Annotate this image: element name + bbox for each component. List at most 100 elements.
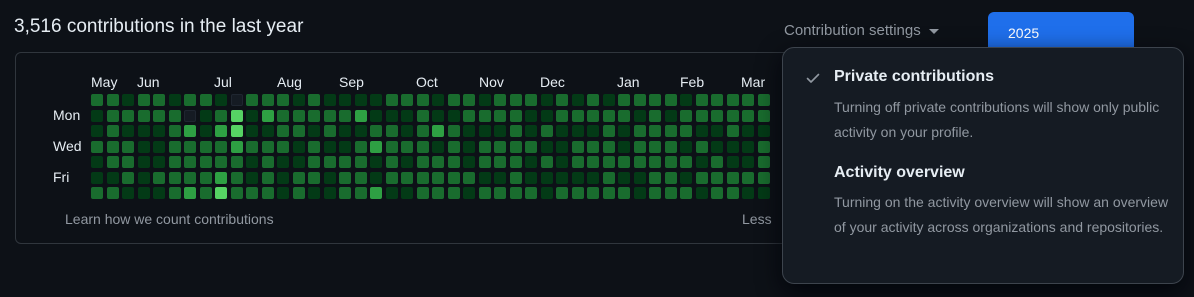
contribution-day-cell[interactable] <box>680 141 692 153</box>
contribution-day-cell[interactable] <box>665 110 677 122</box>
contribution-day-cell[interactable] <box>107 187 119 199</box>
contribution-settings-button[interactable]: Contribution settings <box>784 22 939 39</box>
contribution-day-cell[interactable] <box>200 94 212 106</box>
contribution-day-cell[interactable] <box>494 156 506 168</box>
contribution-day-cell[interactable] <box>401 94 413 106</box>
contribution-day-cell[interactable] <box>603 172 615 184</box>
contribution-day-cell[interactable] <box>494 172 506 184</box>
contribution-day-cell[interactable] <box>696 187 708 199</box>
contribution-day-cell[interactable] <box>231 125 243 137</box>
contribution-day-cell[interactable] <box>355 156 367 168</box>
contribution-day-cell[interactable] <box>246 187 258 199</box>
contribution-day-cell[interactable] <box>463 125 475 137</box>
contribution-day-cell[interactable] <box>649 94 661 106</box>
contribution-day-cell[interactable] <box>649 172 661 184</box>
contribution-day-cell[interactable] <box>184 125 196 137</box>
contribution-day-cell[interactable] <box>634 172 646 184</box>
contribution-day-cell[interactable] <box>370 110 382 122</box>
contribution-day-cell[interactable] <box>262 156 274 168</box>
contribution-day-cell[interactable] <box>401 125 413 137</box>
contribution-day-cell[interactable] <box>556 110 568 122</box>
contribution-day-cell[interactable] <box>711 141 723 153</box>
contribution-day-cell[interactable] <box>649 156 661 168</box>
contribution-day-cell[interactable] <box>200 187 212 199</box>
contribution-day-cell[interactable] <box>587 125 599 137</box>
contribution-day-cell[interactable] <box>386 156 398 168</box>
contribution-day-cell[interactable] <box>463 141 475 153</box>
contribution-day-cell[interactable] <box>370 94 382 106</box>
contribution-day-cell[interactable] <box>727 172 739 184</box>
contribution-day-cell[interactable] <box>525 110 537 122</box>
contribution-day-cell[interactable] <box>587 187 599 199</box>
contribution-day-cell[interactable] <box>727 94 739 106</box>
contribution-day-cell[interactable] <box>432 187 444 199</box>
contribution-day-cell[interactable] <box>122 187 134 199</box>
contribution-day-cell[interactable] <box>665 172 677 184</box>
contribution-day-cell[interactable] <box>618 141 630 153</box>
contribution-day-cell[interactable] <box>727 156 739 168</box>
contribution-day-cell[interactable] <box>324 110 336 122</box>
contribution-day-cell[interactable] <box>339 156 351 168</box>
contribution-day-cell[interactable] <box>231 94 243 106</box>
contribution-day-cell[interactable] <box>510 125 522 137</box>
contribution-day-cell[interactable] <box>246 94 258 106</box>
contribution-day-cell[interactable] <box>572 125 584 137</box>
contribution-day-cell[interactable] <box>572 156 584 168</box>
contribution-day-cell[interactable] <box>339 187 351 199</box>
contribution-day-cell[interactable] <box>339 94 351 106</box>
contribution-day-cell[interactable] <box>525 141 537 153</box>
contribution-day-cell[interactable] <box>200 172 212 184</box>
contribution-day-cell[interactable] <box>432 156 444 168</box>
contribution-day-cell[interactable] <box>711 172 723 184</box>
contribution-day-cell[interactable] <box>417 187 429 199</box>
contribution-day-cell[interactable] <box>200 156 212 168</box>
contribution-day-cell[interactable] <box>262 172 274 184</box>
contribution-day-cell[interactable] <box>401 172 413 184</box>
contribution-day-cell[interactable] <box>184 141 196 153</box>
contribution-day-cell[interactable] <box>91 141 103 153</box>
contribution-day-cell[interactable] <box>308 94 320 106</box>
contribution-day-cell[interactable] <box>169 141 181 153</box>
contribution-day-cell[interactable] <box>417 94 429 106</box>
contribution-day-cell[interactable] <box>277 125 289 137</box>
contribution-day-cell[interactable] <box>324 94 336 106</box>
contribution-day-cell[interactable] <box>138 94 150 106</box>
contribution-day-cell[interactable] <box>463 110 475 122</box>
contribution-day-cell[interactable] <box>169 110 181 122</box>
contribution-day-cell[interactable] <box>153 156 165 168</box>
contribution-day-cell[interactable] <box>231 172 243 184</box>
contribution-day-cell[interactable] <box>432 110 444 122</box>
contribution-day-cell[interactable] <box>680 94 692 106</box>
contribution-day-cell[interactable] <box>355 94 367 106</box>
contribution-day-cell[interactable] <box>401 187 413 199</box>
contribution-day-cell[interactable] <box>370 156 382 168</box>
contribution-day-cell[interactable] <box>479 156 491 168</box>
contribution-day-cell[interactable] <box>448 94 460 106</box>
contribution-day-cell[interactable] <box>711 110 723 122</box>
contribution-day-cell[interactable] <box>541 172 553 184</box>
contribution-day-cell[interactable] <box>370 172 382 184</box>
contribution-day-cell[interactable] <box>448 125 460 137</box>
contribution-day-cell[interactable] <box>138 125 150 137</box>
contribution-day-cell[interactable] <box>246 141 258 153</box>
contribution-day-cell[interactable] <box>742 141 754 153</box>
contribution-day-cell[interactable] <box>215 172 227 184</box>
contribution-day-cell[interactable] <box>277 110 289 122</box>
contribution-day-cell[interactable] <box>494 125 506 137</box>
contribution-day-cell[interactable] <box>711 187 723 199</box>
contribution-day-cell[interactable] <box>587 110 599 122</box>
contribution-day-cell[interactable] <box>696 141 708 153</box>
contribution-day-cell[interactable] <box>308 141 320 153</box>
contribution-day-cell[interactable] <box>107 125 119 137</box>
contribution-day-cell[interactable] <box>479 141 491 153</box>
contribution-day-cell[interactable] <box>432 94 444 106</box>
contribution-day-cell[interactable] <box>386 94 398 106</box>
contribution-day-cell[interactable] <box>153 125 165 137</box>
contribution-day-cell[interactable] <box>324 187 336 199</box>
contribution-day-cell[interactable] <box>417 141 429 153</box>
contribution-day-cell[interactable] <box>649 187 661 199</box>
contribution-day-cell[interactable] <box>231 141 243 153</box>
contribution-day-cell[interactable] <box>541 141 553 153</box>
contribution-day-cell[interactable] <box>386 187 398 199</box>
contribution-day-cell[interactable] <box>618 156 630 168</box>
